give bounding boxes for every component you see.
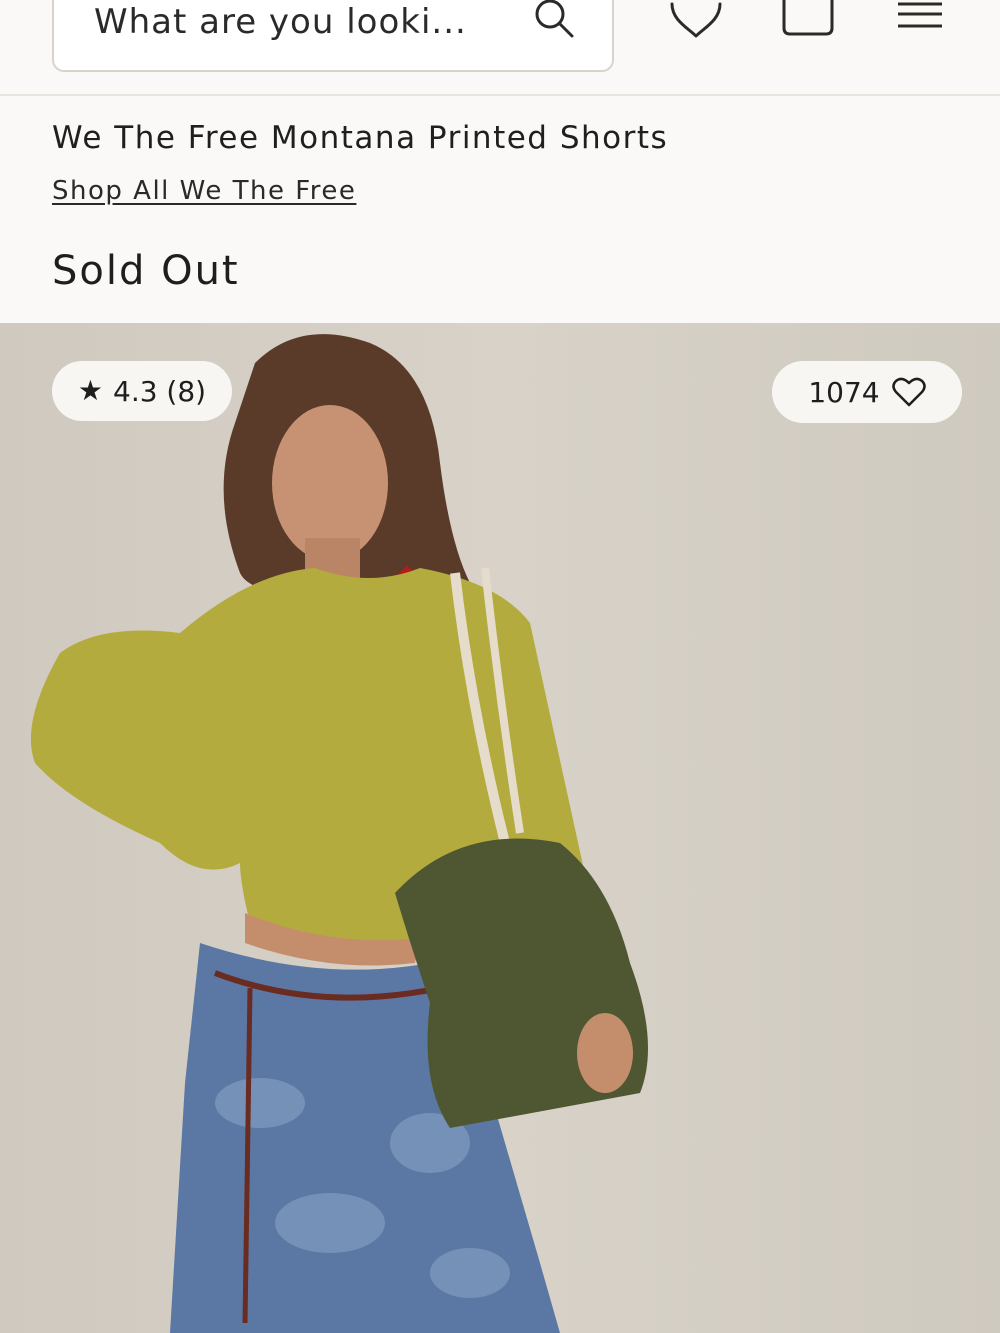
search-input[interactable]: What are you looki...	[52, 0, 614, 72]
product-photo	[30, 334, 648, 1333]
bag-icon[interactable]	[780, 0, 836, 40]
menu-icon[interactable]	[896, 0, 944, 40]
top-header: What are you looki...	[0, 0, 1000, 96]
model-face	[272, 405, 388, 561]
heart-icon	[891, 377, 926, 407]
star-icon: ★	[77, 374, 103, 407]
rating-badge[interactable]: ★ 4.3 (8)	[52, 361, 232, 421]
likes-count: 1074	[808, 375, 880, 409]
model-hand	[577, 1013, 633, 1093]
wishlist-heart-icon[interactable]	[668, 0, 724, 40]
product-image-gallery[interactable]: ★ 4.3 (8) 1074	[0, 323, 1000, 1333]
likes-button[interactable]: 1074	[772, 361, 962, 423]
rating-text: 4.3 (8)	[113, 374, 207, 408]
stock-status: Sold Out	[52, 248, 240, 294]
search-placeholder[interactable]: What are you looki...	[94, 2, 467, 42]
product-info: We The Free Montana Printed Shorts Shop …	[0, 98, 1000, 323]
search-icon[interactable]	[532, 0, 576, 40]
shop-all-brand-link[interactable]: Shop All We The Free	[52, 176, 356, 206]
product-title: We The Free Montana Printed Shorts	[52, 120, 669, 156]
